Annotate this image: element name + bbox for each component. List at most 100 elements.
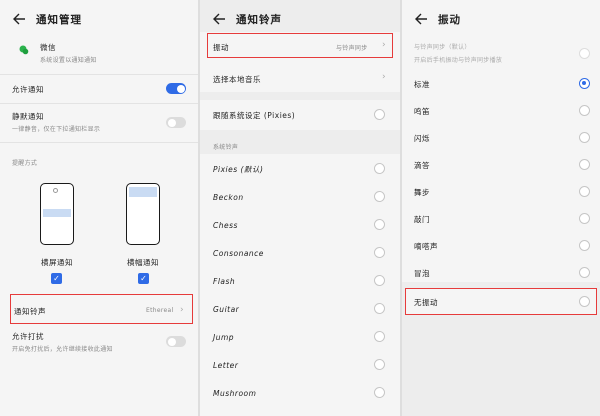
- banner-preview: [129, 187, 157, 197]
- reminder-style-title: 提醒方式: [12, 160, 38, 167]
- tone-radio[interactable]: [374, 331, 385, 342]
- tone-radio[interactable]: [374, 303, 385, 314]
- tone-label: Jump: [213, 332, 235, 342]
- silent-notification-desc: 一律静音，仅在下拉通知栏显示: [12, 126, 101, 133]
- sync-radio[interactable]: [579, 48, 590, 59]
- full-checkbox[interactable]: ✓: [138, 273, 149, 284]
- allow-notification-toggle[interactable]: [166, 83, 186, 94]
- vibration-option-label: 舞步: [414, 187, 430, 197]
- vibrate-label[interactable]: 振动: [213, 42, 229, 53]
- tone-label: Guitar: [213, 304, 240, 314]
- tone-row[interactable]: Letter: [200, 358, 400, 372]
- vibration-option-row[interactable]: 舞步: [402, 185, 600, 199]
- silent-notification-toggle[interactable]: [166, 117, 186, 128]
- page-title: 振动: [438, 13, 461, 26]
- vibration-option-row[interactable]: 敲门: [402, 212, 600, 226]
- vibration-option-radio[interactable]: [579, 267, 590, 278]
- full-phone-illustration[interactable]: [126, 183, 160, 245]
- app-description: 系统设置以通知通知: [40, 57, 97, 64]
- tone-row[interactable]: Beckon: [200, 190, 400, 204]
- allow-notification-label: 允许通知: [12, 85, 44, 94]
- camera-icon: [53, 188, 58, 193]
- divider: [0, 103, 198, 104]
- dnd-toggle[interactable]: [166, 336, 186, 347]
- ringtone-label[interactable]: 通知铃声: [14, 306, 46, 317]
- full-notify-label: 横幅通知: [127, 258, 159, 267]
- vibration-option-label: 标准: [414, 79, 430, 89]
- back-arrow-icon[interactable]: [414, 12, 428, 26]
- vibration-option-label: 滴答: [414, 160, 430, 170]
- banner-notify-label: 横屏通知: [41, 258, 73, 267]
- tone-row[interactable]: Chess: [200, 218, 400, 232]
- no-vibration-radio[interactable]: [579, 296, 590, 307]
- vibration-option-row[interactable]: 标准: [402, 77, 600, 91]
- vibration-panel: 振动 与铃声同步（默认） 开启后手机振动与铃声同步播放 标准 鸣笛 闪烁 滴答 …: [402, 0, 600, 416]
- notification-ringtone-panel: 通知铃声 振动 与铃声同步 › 选择本地音乐 › 跟随系统设定 (Pixies)…: [200, 0, 400, 416]
- vibration-option-radio-selected[interactable]: [579, 78, 590, 89]
- header: 通知铃声: [200, 8, 400, 30]
- chevron-right-icon: ›: [382, 72, 386, 82]
- wechat-app-icon: [18, 44, 30, 56]
- sync-title: 与铃声同步（默认）: [414, 44, 471, 51]
- page-title: 通知管理: [36, 13, 82, 26]
- tone-row[interactable]: Jump: [200, 330, 400, 344]
- vibration-option-row[interactable]: 闪烁: [402, 131, 600, 145]
- tone-label: Pixies (默认): [213, 164, 264, 174]
- tone-radio[interactable]: [374, 359, 385, 370]
- banner-preview: [43, 209, 71, 217]
- vibration-option-radio[interactable]: [579, 159, 590, 170]
- vibration-option-row[interactable]: 鸣笛: [402, 104, 600, 118]
- back-arrow-icon[interactable]: [212, 12, 226, 26]
- vibration-option-radio[interactable]: [579, 240, 590, 251]
- silent-notification-title: 静默通知: [12, 112, 44, 121]
- vibration-option-label: 冒泡: [414, 268, 430, 278]
- dnd-desc: 开启免打扰后，允许继续接收此通知: [12, 346, 113, 353]
- tone-radio[interactable]: [374, 247, 385, 258]
- vibration-option-radio[interactable]: [579, 213, 590, 224]
- tone-radio[interactable]: [374, 275, 385, 286]
- vibration-option-radio[interactable]: [579, 132, 590, 143]
- tone-row[interactable]: Pixies (默认): [200, 162, 400, 176]
- banner-phone-illustration[interactable]: [40, 183, 74, 245]
- follow-system-radio[interactable]: [374, 109, 385, 120]
- tone-label: Flash: [213, 276, 236, 286]
- chevron-right-icon: ›: [382, 40, 386, 50]
- tone-radio[interactable]: [374, 387, 385, 398]
- vibration-option-radio[interactable]: [579, 105, 590, 116]
- vibration-option-label: 嘀嗒声: [414, 241, 438, 251]
- tone-label: Letter: [213, 360, 239, 370]
- no-vibration-label[interactable]: 无振动: [414, 297, 438, 308]
- sync-desc: 开启后手机振动与铃声同步播放: [414, 57, 503, 64]
- tone-radio[interactable]: [374, 163, 385, 174]
- page-title: 通知铃声: [236, 13, 282, 26]
- tone-radio[interactable]: [374, 219, 385, 230]
- local-music-label[interactable]: 选择本地音乐: [213, 74, 261, 85]
- header: 振动: [402, 8, 600, 30]
- ringtone-value: Ethereal: [146, 307, 174, 314]
- chevron-right-icon: ›: [180, 305, 184, 315]
- divider: [0, 142, 198, 143]
- follow-system-label: 跟随系统设定 (Pixies): [213, 111, 296, 120]
- tone-list: Pixies (默认) Beckon Chess Consonance Flas…: [200, 154, 400, 416]
- tone-label: Mushroom: [213, 388, 257, 398]
- header: 通知管理: [0, 8, 198, 30]
- back-arrow-icon[interactable]: [12, 12, 26, 26]
- vibration-option-label: 鸣笛: [414, 106, 430, 116]
- vibration-option-label: 敲门: [414, 214, 430, 224]
- tone-row[interactable]: Guitar: [200, 302, 400, 316]
- vibration-option-row[interactable]: 冒泡: [402, 266, 600, 280]
- dnd-title: 允许打扰: [12, 332, 44, 341]
- app-name: 微信: [40, 43, 56, 52]
- vibration-option-radio[interactable]: [579, 186, 590, 197]
- vibration-option-row[interactable]: 嘀嗒声: [402, 239, 600, 253]
- tone-row[interactable]: Flash: [200, 274, 400, 288]
- tone-row[interactable]: Consonance: [200, 246, 400, 260]
- tone-radio[interactable]: [374, 191, 385, 202]
- vibrate-value: 与铃声同步: [336, 45, 368, 52]
- system-tones-section: 系统铃声: [213, 144, 239, 151]
- tone-label: Chess: [213, 220, 238, 230]
- tone-label: Consonance: [213, 248, 264, 258]
- banner-checkbox[interactable]: ✓: [51, 273, 62, 284]
- vibration-option-row[interactable]: 滴答: [402, 158, 600, 172]
- tone-row[interactable]: Mushroom: [200, 386, 400, 400]
